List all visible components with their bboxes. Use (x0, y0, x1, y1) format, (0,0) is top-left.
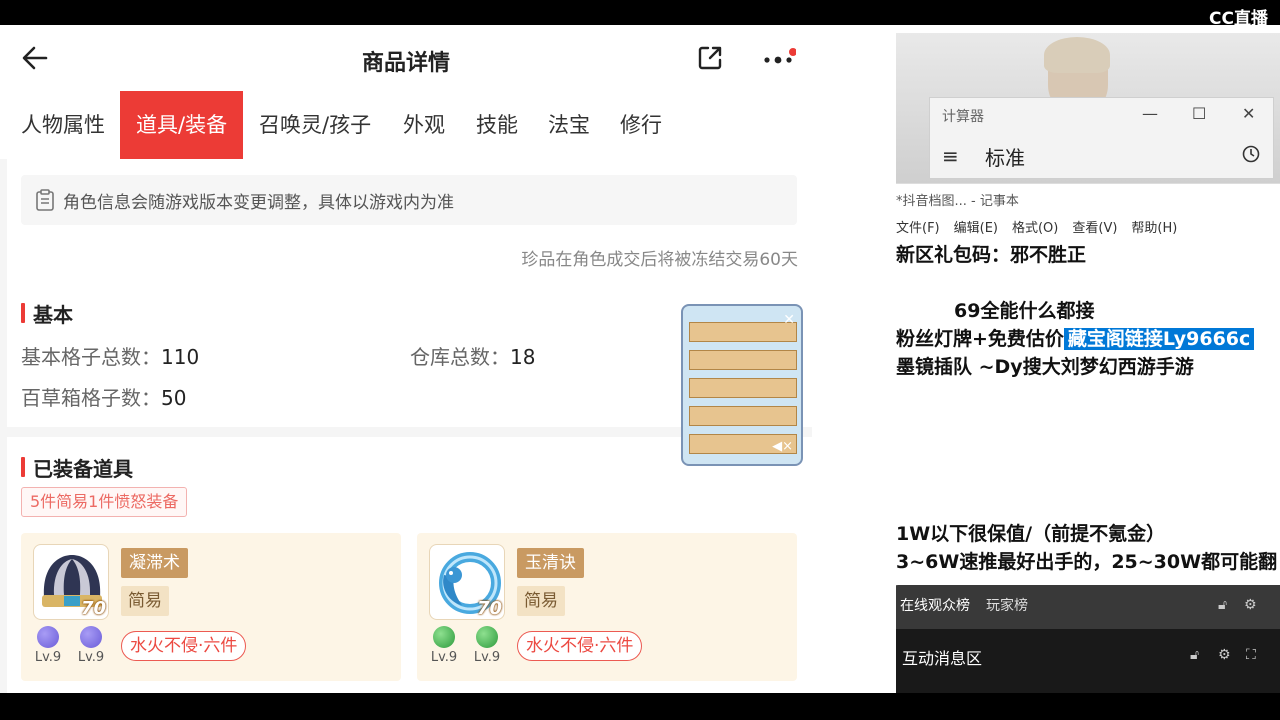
app-side-gap (812, 25, 896, 693)
tab-player-rank[interactable]: 玩家榜 (986, 595, 1028, 615)
frozen-note: 珍品在角色成交后将被冻结交易60天 (521, 250, 798, 270)
basic-slots-value: 110 (161, 345, 200, 369)
share-icon[interactable] (696, 44, 724, 72)
warehouse-value: 18 (510, 345, 536, 369)
gem-slot: Lv.9 (429, 626, 459, 665)
basic-slots: 基本格子总数：110 (21, 341, 199, 370)
tab-bar: 人物属性 道具/装备 召唤灵/孩子 外观 技能 法宝 修行 (0, 91, 812, 159)
menu-help[interactable]: 帮助(H) (1131, 221, 1177, 236)
chat-panel: 在线观众榜 玩家榜 🔓︎ ⚙ 互动消息区 🔓︎ ⚙ ⛶ (896, 585, 1280, 693)
gem-slot: Lv.9 (76, 626, 106, 665)
helmet-icon: 70 (33, 544, 109, 620)
notepad-line: 墨镜插队 ~Dy搜大刘梦幻西游手游 (896, 356, 1194, 378)
history-icon[interactable] (1241, 144, 1261, 164)
inventory-row (689, 378, 797, 398)
more-icon[interactable] (762, 48, 796, 68)
section-title-basic: 基本 (21, 299, 73, 328)
item-type-tag: 简易 (121, 586, 169, 616)
inventory-row (689, 406, 797, 426)
tab-treasures[interactable]: 法宝 (548, 91, 590, 159)
unlock-icon[interactable]: 🔓︎ (1190, 647, 1199, 663)
tab-items-equipment[interactable]: 道具/装备 (120, 91, 244, 159)
calculator-window[interactable]: 计算器 — ☐ ✕ ≡ 标准 (929, 97, 1274, 179)
item-type-tag: 简易 (517, 586, 565, 616)
inventory-row (689, 322, 797, 342)
menu-edit[interactable]: 编辑(E) (954, 221, 998, 236)
equipment-card[interactable]: 70 凝滞术 简易 Lv.9 Lv.9 水火不侵·六件 (21, 533, 401, 681)
clipboard-icon (36, 189, 54, 211)
basic-slots-label: 基本格子总数： (21, 345, 161, 369)
floating-video-window[interactable]: ✕ ◀× (681, 304, 803, 466)
cc-live-logo: CC直播 (1209, 9, 1268, 29)
expand-icon[interactable]: ⛶ (1246, 647, 1256, 663)
notepad-line: 粉丝灯牌+免费估价 藏宝阁链接Ly9666c (896, 324, 1255, 351)
item-set-tag: 水火不侵·六件 (517, 631, 643, 661)
calculator-mode: 标准 (985, 146, 1025, 170)
menu-format[interactable]: 格式(O) (1012, 221, 1058, 236)
gem-level: Lv.9 (77, 650, 105, 665)
settings-icon[interactable]: ⚙ (1218, 647, 1231, 663)
warehouse-count: 仓库总数：18 (410, 341, 535, 370)
page-title: 商品详情 (361, 51, 450, 76)
tab-online-audience[interactable]: 在线观众榜 (900, 595, 970, 615)
gem-slot: Lv.9 (472, 626, 502, 665)
interaction-message-title: 互动消息区 (902, 649, 983, 668)
interaction-message-area: 互动消息区 🔓︎ ⚙ ⛶ (896, 629, 1280, 693)
unlock-icon[interactable]: 🔓︎ (1218, 597, 1227, 613)
tab-character-attributes[interactable]: 人物属性 (21, 91, 105, 159)
green-gem-icon (476, 626, 498, 648)
stream-overlay: 计算器 — ☐ ✕ ≡ 标准 *抖音档图... - 记事本 文件(F) 编辑(E)… (896, 25, 1280, 693)
jade-ring-icon: 70 (429, 544, 505, 620)
hamburger-menu-icon[interactable]: ≡ (942, 144, 959, 168)
mute-icon[interactable]: ◀× (772, 439, 793, 454)
notepad-highlight: 藏宝阁链接Ly9666c (1063, 328, 1255, 350)
gem-level: Lv.9 (430, 650, 458, 665)
notepad-line: 69全能什么都接 (954, 300, 1095, 322)
streamer-hair (1044, 37, 1110, 73)
gem-slot: Lv.9 (33, 626, 63, 665)
notepad-line: 新区礼包码：邪不胜正 (896, 244, 1087, 266)
notice-banner: 角色信息会随游戏版本变更调整，具体以游戏内为准 (21, 175, 797, 225)
tab-appearance[interactable]: 外观 (403, 91, 445, 159)
inventory-row (689, 350, 797, 370)
tab-summons[interactable]: 召唤灵/孩子 (259, 91, 371, 159)
tab-skills[interactable]: 技能 (476, 91, 518, 159)
menu-file[interactable]: 文件(F) (896, 221, 940, 236)
menu-view[interactable]: 查看(V) (1072, 221, 1117, 236)
top-bar: 商品详情 (0, 25, 812, 91)
notice-text: 角色信息会随游戏版本变更调整，具体以游戏内为准 (63, 193, 454, 213)
close-button[interactable]: ✕ (1242, 104, 1255, 123)
warehouse-label: 仓库总数： (410, 345, 510, 369)
moon-gem-icon (80, 626, 102, 648)
notepad-line-text: 粉丝灯牌+免费估价 (896, 328, 1064, 350)
notepad-menu: 文件(F) 编辑(E) 格式(O) 查看(V) 帮助(H) (896, 217, 1191, 236)
item-level-badge: 70 (80, 598, 106, 619)
item-skill-tag: 玉清诀 (517, 548, 584, 578)
gem-level: Lv.9 (473, 650, 501, 665)
notepad-line: 3~6W速推最好出手的，25~30W都可能翻 (896, 551, 1278, 573)
tab-cultivation[interactable]: 修行 (620, 91, 662, 159)
moon-gem-icon (37, 626, 59, 648)
calculator-title: 计算器 (942, 109, 984, 125)
item-skill-tag: 凝滞术 (121, 548, 188, 578)
minimize-button[interactable]: — (1142, 104, 1158, 123)
item-level-badge: 70 (476, 598, 502, 619)
herb-box-label: 百草箱格子数： (21, 386, 161, 410)
equipment-card[interactable]: 70 玉清诀 简易 Lv.9 Lv.9 水火不侵·六件 (417, 533, 797, 681)
herb-box-value: 50 (161, 386, 187, 410)
maximize-button[interactable]: ☐ (1192, 104, 1206, 123)
settings-icon[interactable]: ⚙ (1244, 597, 1257, 613)
notepad-line: 1W以下很保值/（前提不氪金） (896, 523, 1166, 545)
herb-box-slots: 百草箱格子数：50 (21, 382, 186, 411)
close-icon[interactable]: ✕ (783, 312, 795, 328)
item-set-tag: 水火不侵·六件 (121, 631, 247, 661)
notepad-window: *抖音档图... - 记事本 文件(F) 编辑(E) 格式(O) 查看(V) 帮助(H)… (896, 183, 1280, 603)
notepad-title: *抖音档图... - 记事本 (896, 194, 1019, 209)
green-gem-icon (433, 626, 455, 648)
gem-level: Lv.9 (34, 650, 62, 665)
section-title-equipped: 已装备道具 (21, 453, 133, 482)
equipment-summary-tag: 5件简易1件愤怒装备 (21, 487, 188, 517)
